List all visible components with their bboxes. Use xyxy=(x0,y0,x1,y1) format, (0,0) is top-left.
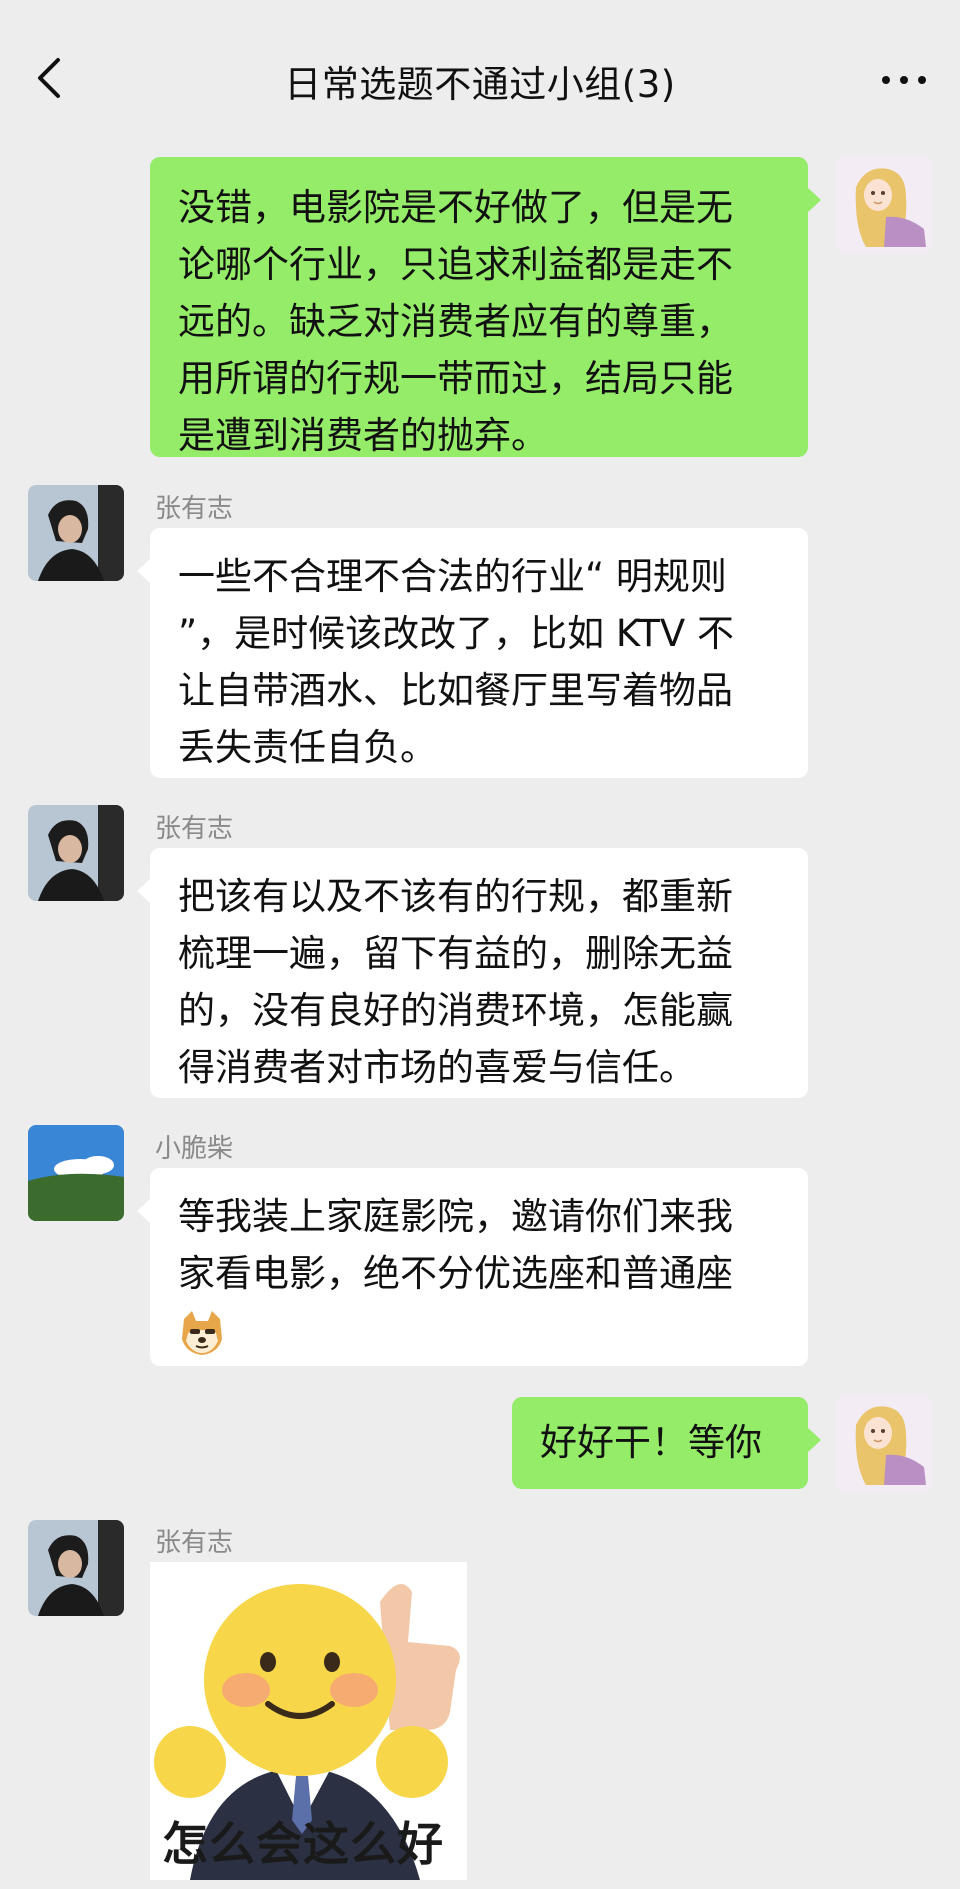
message-text-line: 梳理一遍，留下有益的，删除无益 xyxy=(178,932,733,975)
message-text-line: 的，没有良好的消费环境，怎能赢 xyxy=(178,989,733,1032)
message-text-line: 没错，电影院是不好做了，但是无 xyxy=(178,186,733,229)
sender-name: 张有志 xyxy=(155,1528,234,1558)
message-text-line: 让自带酒水、比如餐厅里写着物品 xyxy=(178,669,733,712)
message-text-line: 是遭到消费者的抛弃。 xyxy=(178,414,548,457)
more-button[interactable] xyxy=(876,60,932,100)
sender-name: 张有志 xyxy=(155,494,234,524)
contact-avatar-zhang[interactable] xyxy=(28,1520,124,1616)
message-text-line: 用所谓的行规一带而过，结局只能 xyxy=(178,357,733,400)
message-text-line: 得消费者对市场的喜爱与信任。 xyxy=(178,1046,696,1089)
message-text-line: ”，是时候该改改了，比如 KTV 不 xyxy=(178,612,734,655)
message-text-line: 等我装上家庭影院，邀请你们来我 xyxy=(178,1195,733,1238)
sender-name: 张有志 xyxy=(155,814,234,844)
self-avatar[interactable] xyxy=(836,157,932,253)
more-dots-icon xyxy=(882,76,926,84)
message-text-line: 论哪个行业，只追求利益都是走不 xyxy=(178,243,733,286)
chat-title: 日常选题不通过小组(3) xyxy=(284,63,676,106)
chat-header: 日常选题不通过小组(3) xyxy=(0,0,960,154)
message-bubble-other[interactable]: 把该有以及不该有的行规，都重新 梳理一遍，留下有益的，删除无益 的，没有良好的消… xyxy=(137,848,808,1098)
doge-emoji-icon xyxy=(178,1302,780,1359)
message-text-line: 丢失责任自负。 xyxy=(178,726,437,769)
contact-avatar-zhang[interactable] xyxy=(28,805,124,901)
message-bubble-self[interactable]: 没错，电影院是不好做了，但是无 论哪个行业，只追求利益都是走不 远的。缺乏对消费… xyxy=(150,157,821,457)
message-bubble-other[interactable]: 一些不合理不合法的行业“ 明规则 ”，是时候该改改了，比如 KTV 不 让自带酒… xyxy=(137,528,808,778)
message-text-line: 一些不合理不合法的行业“ 明规则 xyxy=(178,555,727,598)
sticker-caption: 怎么会这么好 xyxy=(162,1817,444,1871)
self-avatar[interactable] xyxy=(836,1395,932,1491)
message-text-line: 把该有以及不该有的行规，都重新 xyxy=(178,875,733,918)
sticker-message[interactable]: 怎么会这么好 xyxy=(150,1562,467,1880)
message-bubble-other[interactable]: 等我装上家庭影院，邀请你们来我 家看电影，绝不分优选座和普通座 xyxy=(137,1168,808,1366)
contact-avatar-xiaocuichai[interactable] xyxy=(28,1125,124,1221)
message-text-line: 家看电影，绝不分优选座和普通座 xyxy=(178,1252,733,1295)
contact-avatar-zhang[interactable] xyxy=(28,485,124,581)
message-text-line: 好好干！等你 xyxy=(540,1421,762,1464)
message-text-line: 远的。缺乏对消费者应有的尊重， xyxy=(178,300,733,343)
message-bubble-self[interactable]: 好好干！等你 xyxy=(512,1397,821,1489)
sender-name: 小脆柴 xyxy=(155,1134,234,1164)
